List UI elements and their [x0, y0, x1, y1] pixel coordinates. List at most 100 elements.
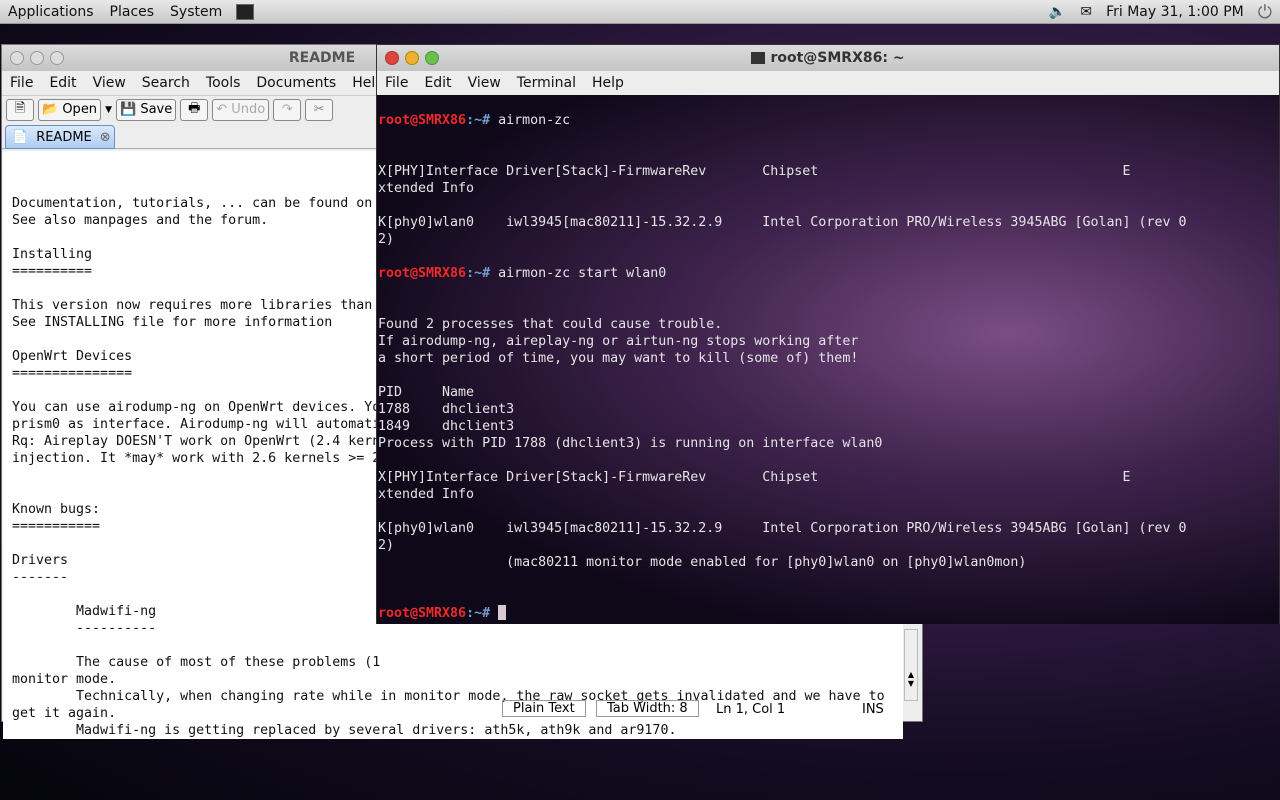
undo-button[interactable]: ↶ Undo	[212, 98, 270, 121]
menu-applications[interactable]: Applications	[0, 4, 102, 20]
output-text: 1849 dhclient3	[378, 419, 515, 434]
new-document-button[interactable]: 🗎	[6, 98, 34, 121]
minimize-button[interactable]	[405, 51, 419, 65]
cut-button[interactable]: ✂	[305, 98, 334, 121]
terminal-prompt-line: root@SMRX86:~# airmon-zc start wlan0	[378, 265, 666, 282]
editor-line: monitor mode.	[12, 672, 117, 687]
editor-scrollbar[interactable]: ▲ ▼	[904, 629, 918, 701]
terminal-icon	[751, 52, 766, 64]
menu-documents[interactable]: Documents	[248, 75, 344, 91]
save-label: Save	[140, 102, 173, 117]
maximize-button[interactable]	[50, 51, 64, 65]
tab-readme[interactable]: 📄 README ⊗	[5, 125, 115, 149]
menu-help[interactable]: Help	[584, 75, 632, 91]
command-text: airmon-zc	[490, 113, 571, 128]
mail-icon[interactable]: ✉	[1080, 4, 1092, 20]
editor-line: prism0 as interface. Airodump-ng will au…	[12, 417, 381, 432]
editor-line: ===============	[12, 366, 133, 381]
terminal-output-line: K[phy0]wlan0 iwl3945[mac80211]-15.32.2.9…	[378, 520, 1187, 537]
editor-line: ===========	[12, 519, 101, 534]
terminal-output-line: X[PHY]Interface Driver[Stack]-FirmwareRe…	[378, 163, 1131, 180]
prompt-path: :~#	[466, 266, 491, 281]
output-text: X[PHY]Interface Driver[Stack]-FirmwareRe…	[378, 470, 1131, 485]
minimize-button[interactable]	[30, 51, 44, 65]
open-button[interactable]: 📂 Open	[38, 98, 102, 121]
output-text: Found 2 processes that could cause troub…	[378, 317, 723, 332]
terminal-output-line: K[phy0]wlan0 iwl3945[mac80211]-15.32.2.9…	[378, 214, 1187, 231]
clock[interactable]: Fri May 31, 1:00 PM	[1106, 4, 1244, 20]
prompt-user: root@SMRX86	[378, 113, 467, 128]
terminal-output-line: 1788 dhclient3	[378, 401, 514, 418]
save-button[interactable]: 💾 Save	[115, 98, 177, 121]
tab-label: README	[36, 129, 92, 145]
prompt-user: root@SMRX86	[378, 266, 467, 281]
terminal-output[interactable]: root@SMRX86:~# airmon-zc X[PHY]Interface …	[377, 95, 1279, 624]
volume-icon[interactable]: 🔈	[1049, 4, 1066, 20]
tab-width-selector[interactable]: Tab Width: 8	[596, 700, 699, 717]
editor-line: ==========	[12, 264, 93, 279]
editor-line: OpenWrt Devices	[12, 349, 133, 364]
terminal-output-line: xtended Info	[378, 486, 474, 503]
menu-file[interactable]: File	[377, 75, 416, 91]
terminal-titlebar[interactable]: root@SMRX86: ~	[377, 45, 1279, 71]
menu-view[interactable]: View	[85, 75, 134, 91]
close-tab-icon[interactable]: ⊗	[100, 130, 111, 145]
editor-line: Documentation, tutorials, ... can be fou…	[12, 196, 373, 211]
terminal-window: root@SMRX86: ~ File Edit View Terminal H…	[376, 44, 1280, 624]
command-text: airmon-zc start wlan0	[490, 266, 667, 281]
editor-line: -------	[12, 570, 69, 585]
editor-line: The cause of most of these problems (1	[12, 655, 381, 670]
output-text: 2)	[378, 232, 395, 247]
editor-line: injection. It *may* work with 2.6 kernel…	[12, 451, 381, 466]
menu-terminal[interactable]: Terminal	[509, 75, 584, 91]
output-text: 1788 dhclient3	[378, 402, 515, 417]
menu-view[interactable]: View	[460, 75, 509, 91]
print-button[interactable]: 🖶	[180, 98, 209, 121]
output-text: PID Name	[378, 385, 475, 400]
terminal-launcher-icon[interactable]	[236, 3, 255, 20]
terminal-output-line: Process with PID 1788 (dhclient3) is run…	[378, 435, 882, 452]
cursor-position: Ln 1, Col 1	[716, 701, 786, 717]
terminal-menubar: File Edit View Terminal Help	[377, 71, 1279, 95]
maximize-button[interactable]	[425, 51, 439, 65]
statusbar: Plain Text Tab Width: 8 Ln 1, Col 1 INS	[2, 697, 922, 721]
prompt-path: :~#	[466, 606, 491, 621]
command-text	[490, 606, 498, 621]
language-selector[interactable]: Plain Text	[502, 700, 586, 717]
prompt-path: :~#	[466, 113, 491, 128]
power-icon[interactable]: ⏻	[1258, 2, 1272, 23]
close-button[interactable]	[385, 51, 399, 65]
output-text: xtended Info	[378, 487, 475, 502]
document-icon: 📄	[12, 129, 29, 145]
editor-line: This version now requires more libraries…	[12, 298, 373, 313]
menu-edit[interactable]: Edit	[41, 75, 84, 91]
redo-button[interactable]: ↷	[273, 98, 302, 121]
menu-places[interactable]: Places	[102, 4, 163, 20]
window-title: README	[288, 50, 356, 66]
editor-line: Drivers	[12, 553, 69, 568]
terminal-output-line: PID Name	[378, 384, 474, 401]
terminal-output-line: 1849 dhclient3	[378, 418, 514, 435]
open-dropdown-icon[interactable]: ▼	[105, 105, 112, 115]
prompt-user: root@SMRX86	[378, 606, 467, 621]
menu-search[interactable]: Search	[134, 75, 198, 91]
editor-line: Madwifi-ng is getting replaced by severa…	[12, 723, 677, 738]
terminal-output-line: 2)	[378, 537, 394, 554]
menu-tools[interactable]: Tools	[198, 75, 249, 91]
close-button[interactable]	[10, 51, 24, 65]
output-text: X[PHY]Interface Driver[Stack]-FirmwareRe…	[378, 164, 1131, 179]
menu-file[interactable]: File	[2, 75, 41, 91]
terminal-cursor	[498, 605, 507, 620]
menu-system[interactable]: System	[162, 4, 230, 20]
output-text: (mac80211 monitor mode enabled for [phy0…	[378, 555, 1027, 570]
menu-edit[interactable]: Edit	[416, 75, 459, 91]
terminal-prompt-line: root@SMRX86:~#	[378, 605, 507, 622]
editor-line: Madwifi-ng	[12, 604, 157, 619]
editor-line: Known bugs:	[12, 502, 101, 517]
output-text: Process with PID 1788 (dhclient3) is run…	[378, 436, 883, 451]
output-text: K[phy0]wlan0 iwl3945[mac80211]-15.32.2.9…	[378, 215, 1187, 230]
editor-line: See also manpages and the forum.	[12, 213, 269, 228]
terminal-output-line: xtended Info	[378, 180, 474, 197]
terminal-output-line: 2)	[378, 231, 394, 248]
editor-line: ----------	[12, 621, 157, 636]
